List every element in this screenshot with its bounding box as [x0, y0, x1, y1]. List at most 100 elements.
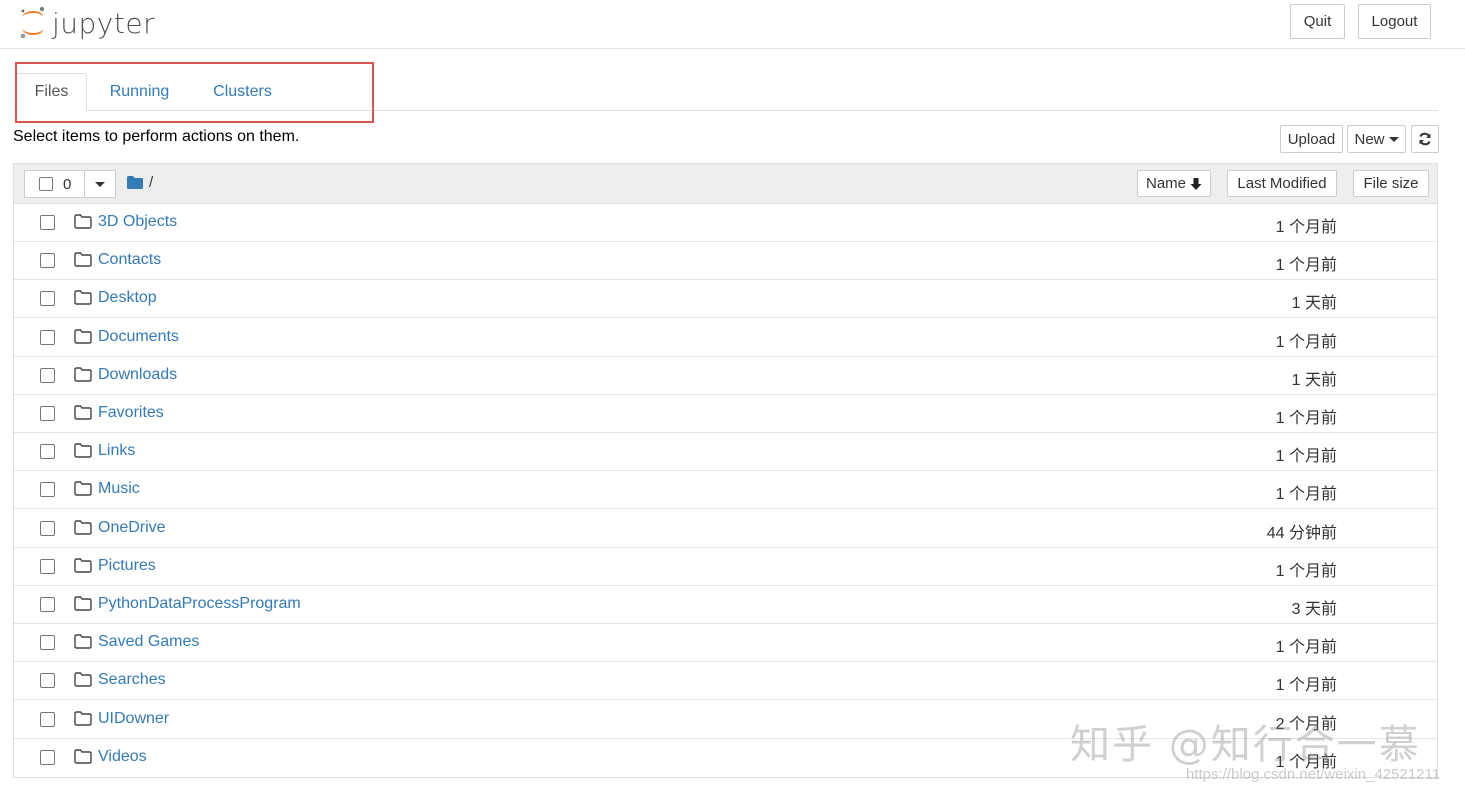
- list-item[interactable]: Contacts 1 个月前: [14, 242, 1437, 281]
- file-name-link[interactable]: Saved Games: [98, 633, 199, 651]
- list-item[interactable]: 3D Objects 1 个月前: [14, 204, 1437, 242]
- breadcrumb[interactable]: /: [127, 174, 153, 191]
- refresh-button[interactable]: [1411, 125, 1439, 153]
- file-list: 0 / Name Last Modified File size 3D Obje…: [13, 163, 1438, 778]
- file-name-link[interactable]: PythonDataProcessProgram: [98, 595, 301, 613]
- row-checkbox[interactable]: [40, 367, 55, 383]
- file-name-link[interactable]: Pictures: [98, 557, 156, 575]
- list-item[interactable]: Saved Games 1 个月前: [14, 624, 1437, 663]
- last-modified: 1 天前: [1291, 371, 1337, 389]
- upload-button[interactable]: Upload: [1280, 125, 1343, 153]
- selected-count: 0: [63, 175, 72, 193]
- last-modified: 44 分钟前: [1266, 524, 1337, 542]
- folder-outline-icon: [74, 749, 92, 764]
- folder-outline-icon: [74, 519, 92, 535]
- last-modified: 1 个月前: [1275, 333, 1337, 351]
- select-all-checkbox[interactable]: [39, 177, 53, 191]
- folder-outline-icon: [74, 367, 92, 382]
- folder-outline-icon: [74, 596, 92, 611]
- file-name-link[interactable]: UIDowner: [98, 710, 169, 728]
- row-checkbox[interactable]: [40, 520, 55, 536]
- last-modified: 3 天前: [1291, 601, 1337, 618]
- file-list-header: 0 / Name Last Modified File size: [14, 164, 1437, 204]
- list-item[interactable]: Links 1 个月前: [14, 433, 1437, 472]
- jupyter-logo[interactable]: jupyter: [18, 5, 155, 41]
- last-modified: 1 个月前: [1275, 639, 1337, 657]
- row-checkbox[interactable]: [40, 406, 55, 421]
- folder-outline-icon: [74, 481, 92, 497]
- row-checkbox[interactable]: [40, 444, 55, 460]
- last-modified: 1 个月前: [1275, 562, 1337, 580]
- folder-outline-icon: [74, 290, 92, 306]
- file-name-link[interactable]: Searches: [98, 671, 166, 689]
- list-item[interactable]: Pictures 1 个月前: [14, 548, 1437, 586]
- row-checkbox[interactable]: [40, 215, 55, 230]
- row-checkbox[interactable]: [40, 329, 55, 345]
- list-item[interactable]: Documents 1 个月前: [14, 319, 1437, 357]
- tab-files[interactable]: Files: [16, 73, 87, 111]
- sort-by-modified-button[interactable]: Last Modified: [1227, 170, 1337, 197]
- row-checkbox[interactable]: [40, 673, 55, 689]
- caret-down-icon: [95, 181, 105, 187]
- list-item[interactable]: Downloads 1 天前: [14, 357, 1437, 395]
- last-modified: 1 个月前: [1275, 486, 1337, 504]
- sort-name-label: Name: [1145, 175, 1186, 192]
- folder-outline-icon: [74, 443, 92, 458]
- top-header: jupyter Quit Logout: [0, 0, 1465, 49]
- select-all-group: 0: [24, 170, 116, 198]
- file-name-link[interactable]: Videos: [98, 748, 147, 766]
- row-checkbox[interactable]: [40, 749, 55, 765]
- tab-clusters[interactable]: Clusters: [200, 73, 285, 111]
- list-item[interactable]: Videos 1 个月前: [14, 739, 1437, 777]
- list-item[interactable]: UIDowner 2 个月前: [14, 701, 1437, 739]
- file-name-link[interactable]: Links: [98, 442, 135, 460]
- file-name-link[interactable]: Contacts: [98, 251, 161, 269]
- last-modified: 1 个月前: [1275, 448, 1337, 466]
- list-item[interactable]: Searches 1 个月前: [14, 662, 1437, 701]
- jupyter-logo-icon: [18, 5, 48, 41]
- file-name-link[interactable]: OneDrive: [98, 519, 166, 537]
- quit-button[interactable]: Quit: [1290, 4, 1345, 39]
- select-menu-button[interactable]: [85, 171, 115, 197]
- tab-running[interactable]: Running: [97, 73, 182, 111]
- select-all-toggle[interactable]: 0: [25, 171, 85, 197]
- list-item[interactable]: Music 1 个月前: [14, 471, 1437, 510]
- folder-outline-icon: [74, 672, 92, 688]
- new-dropdown-button[interactable]: New: [1347, 125, 1406, 153]
- file-name-link[interactable]: Downloads: [98, 366, 177, 384]
- last-modified: 1 个月前: [1275, 677, 1337, 695]
- folder-outline-icon: [74, 252, 92, 267]
- sort-by-name-button[interactable]: Name: [1137, 170, 1211, 197]
- last-modified: 1 个月前: [1275, 410, 1337, 427]
- folder-outline-icon: [74, 710, 92, 726]
- caret-down-icon: [1388, 136, 1399, 142]
- last-modified: 1 天前: [1291, 295, 1337, 313]
- logout-button[interactable]: Logout: [1358, 4, 1431, 39]
- folder-outline-icon: [74, 558, 92, 573]
- folder-outline-icon: [74, 405, 92, 420]
- list-item[interactable]: OneDrive 44 分钟前: [14, 510, 1437, 548]
- breadcrumb-root[interactable]: /: [149, 174, 153, 191]
- file-name-link[interactable]: Music: [98, 480, 140, 498]
- arrow-down-icon: [1190, 177, 1202, 190]
- file-name-link[interactable]: Favorites: [98, 404, 164, 422]
- file-name-link[interactable]: Desktop: [98, 289, 157, 307]
- folder-outline-icon: [74, 328, 92, 344]
- row-checkbox[interactable]: [40, 558, 55, 574]
- row-checkbox[interactable]: [40, 291, 55, 307]
- list-item[interactable]: Favorites 1 个月前: [14, 395, 1437, 433]
- folder-outline-icon: [74, 634, 92, 649]
- sort-by-size-button[interactable]: File size: [1353, 170, 1429, 197]
- row-checkbox[interactable]: [40, 711, 55, 727]
- file-name-link[interactable]: 3D Objects: [98, 213, 177, 231]
- list-item[interactable]: PythonDataProcessProgram 3 天前: [14, 586, 1437, 624]
- last-modified: 1 个月前: [1275, 753, 1337, 771]
- file-name-link[interactable]: Documents: [98, 328, 179, 346]
- row-checkbox[interactable]: [40, 635, 55, 651]
- selection-message: Select items to perform actions on them.: [13, 128, 300, 145]
- row-checkbox[interactable]: [40, 253, 55, 269]
- row-checkbox[interactable]: [40, 597, 55, 612]
- list-item[interactable]: Desktop 1 天前: [14, 280, 1437, 319]
- row-checkbox[interactable]: [40, 482, 55, 498]
- last-modified: 1 个月前: [1275, 219, 1337, 236]
